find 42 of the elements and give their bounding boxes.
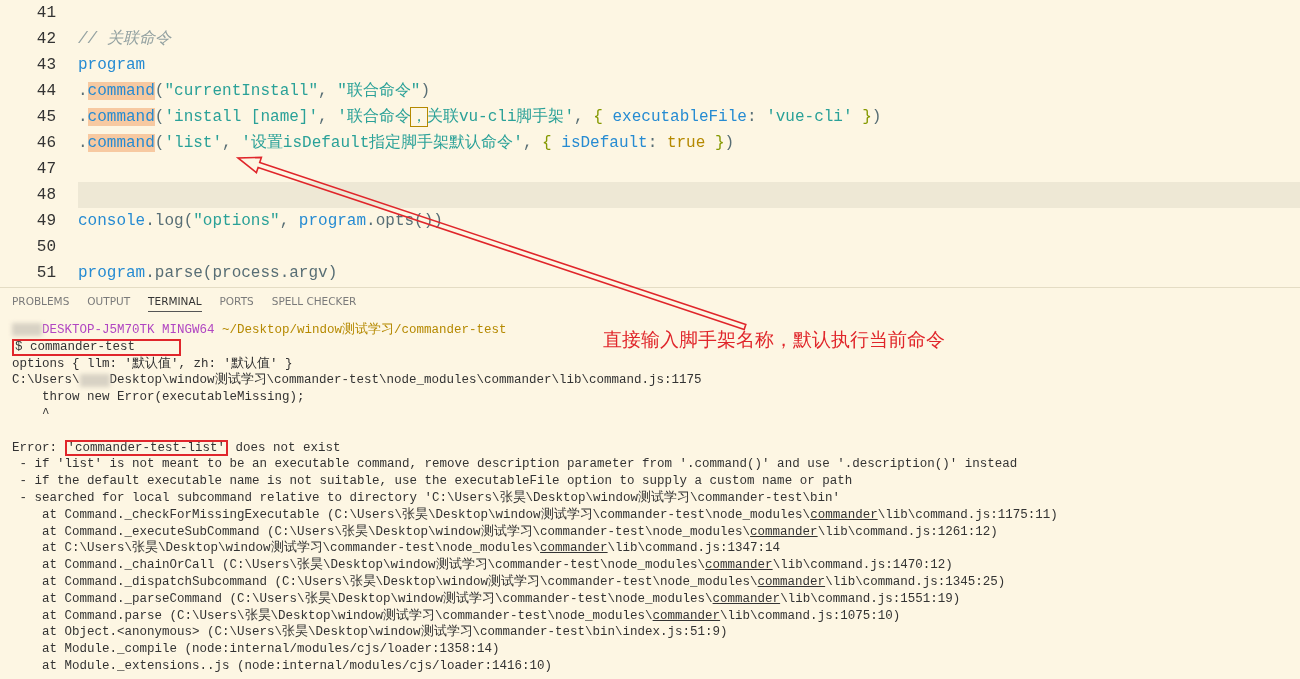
code-line: .command('install [name]', '联合命令，关联vu-cli脚手架', { executableFile: 'vue-cli' }) <box>78 106 883 128</box>
code-line: .command("currentInstall", "联合命令") <box>78 81 432 102</box>
terminal-line: - if the default executable name is not suitable, use the executableFile option to supply a custom name or path <box>18 473 853 490</box>
terminal-line: - searched for local subcommand relative to directory 'C:\Users\张昊\Desktop\window测试学习\commander-test\bin' <box>18 489 841 507</box>
terminal-line: - if 'list' is not meant to be an executable command, remove description parameter from '.command()' and use '.description()' instead <box>18 456 1018 474</box>
line-number: 42 <box>35 29 56 50</box>
line-number: 48 <box>35 185 56 206</box>
annotation-text: 直接输入脚手架名称，默认执行当前命令 <box>603 327 945 352</box>
terminal-line: at Command._dispatchSubcommand (C:\Users\张昊\Desktop\window测试学习\commander-test\node_modules\commander\lib\command.js:1345:25) <box>41 573 1006 591</box>
terminal-line: Error: 'commander-test-list' does not exist <box>12 439 341 457</box>
line-number: 41 <box>35 3 56 24</box>
line-number: 47 <box>35 159 56 180</box>
terminal-line: ^ <box>41 406 50 423</box>
code-line: .command('list', '设置isDefault指定脚手架默认命令', { isDefault: true }) <box>78 132 736 154</box>
terminal-line: C:\Users\ Desktop\window测试学习\commander-test\node_modules\commander\lib\command.js:1175 <box>12 372 702 390</box>
terminal-line: DESKTOP-J5M70TK MINGW64 ~/Desktop/window测试学习/commander-test <box>12 322 507 339</box>
panel-tab[interactable]: PORTS <box>219 292 254 312</box>
line-number: 50 <box>35 237 56 258</box>
terminal-line: options { llm: '默认值', zh: '默认值' } <box>12 355 293 372</box>
line-number: 43 <box>35 55 56 76</box>
code-line: program <box>78 55 147 76</box>
terminal-line: at Command._executeSubCommand (C:\Users\张昊\Desktop\window测试学习\commander-test\node_modules\commander\lib\command.js:1261:12) <box>41 523 998 540</box>
panel-tab[interactable]: OUTPUT <box>87 292 131 312</box>
line-number: 51 <box>35 263 56 284</box>
terminal-line: at Command._chainOrCall (C:\Users\张昊\Desktop\window测试学习\commander-test\node_modules\commander\lib\command.js:1470:12) <box>41 557 953 574</box>
terminal-line: at Command._parseCommand (C:\Users\张昊\Desktop\window测试学习\commander-test\node_modules\commander\lib\command.js:1551:19) <box>41 590 961 608</box>
line-number: 44 <box>35 81 56 102</box>
code-line: program.parse(process.argv) <box>78 263 339 284</box>
terminal-line: at C:\Users\张昊\Desktop\window测试学习\commander-test\node_modules\commander\lib\command.js:1347:14 <box>41 540 781 557</box>
terminal-line: at Command.parse (C:\Users\张昊\Desktop\window测试学习\commander-test\node_modules\commander\lib\command.js:1075:10) <box>41 607 901 624</box>
terminal-line: at Module._compile (node:internal/modules/cjs/loader:1358:14) <box>41 641 500 658</box>
panel-tab[interactable]: PROBLEMS <box>12 292 70 312</box>
code-line: // 关联命令 <box>78 28 173 50</box>
panel-tab[interactable]: SPELL CHECKER <box>271 292 357 312</box>
line-number: 49 <box>35 211 56 232</box>
panel-tab[interactable]: TERMINAL <box>148 292 202 312</box>
line-number: 46 <box>35 133 56 154</box>
terminal-line: at Object.<anonymous> (C:\Users\张昊\Desktop\window测试学习\commander-test\bin\index.js:51:9) <box>41 624 728 642</box>
terminal-line: throw new Error(executableMissing); <box>41 389 305 406</box>
terminal-line: at Module._extensions..js (node:internal/modules/cjs/loader:1416:10) <box>41 657 553 675</box>
line-number: 45 <box>35 107 56 128</box>
terminal-line: at Command._checkForMissingExecutable (C:\Users\张昊\Desktop\window测试学习\commander-test\node_modules\commander\lib\command.js:1175:11) <box>41 506 1058 524</box>
